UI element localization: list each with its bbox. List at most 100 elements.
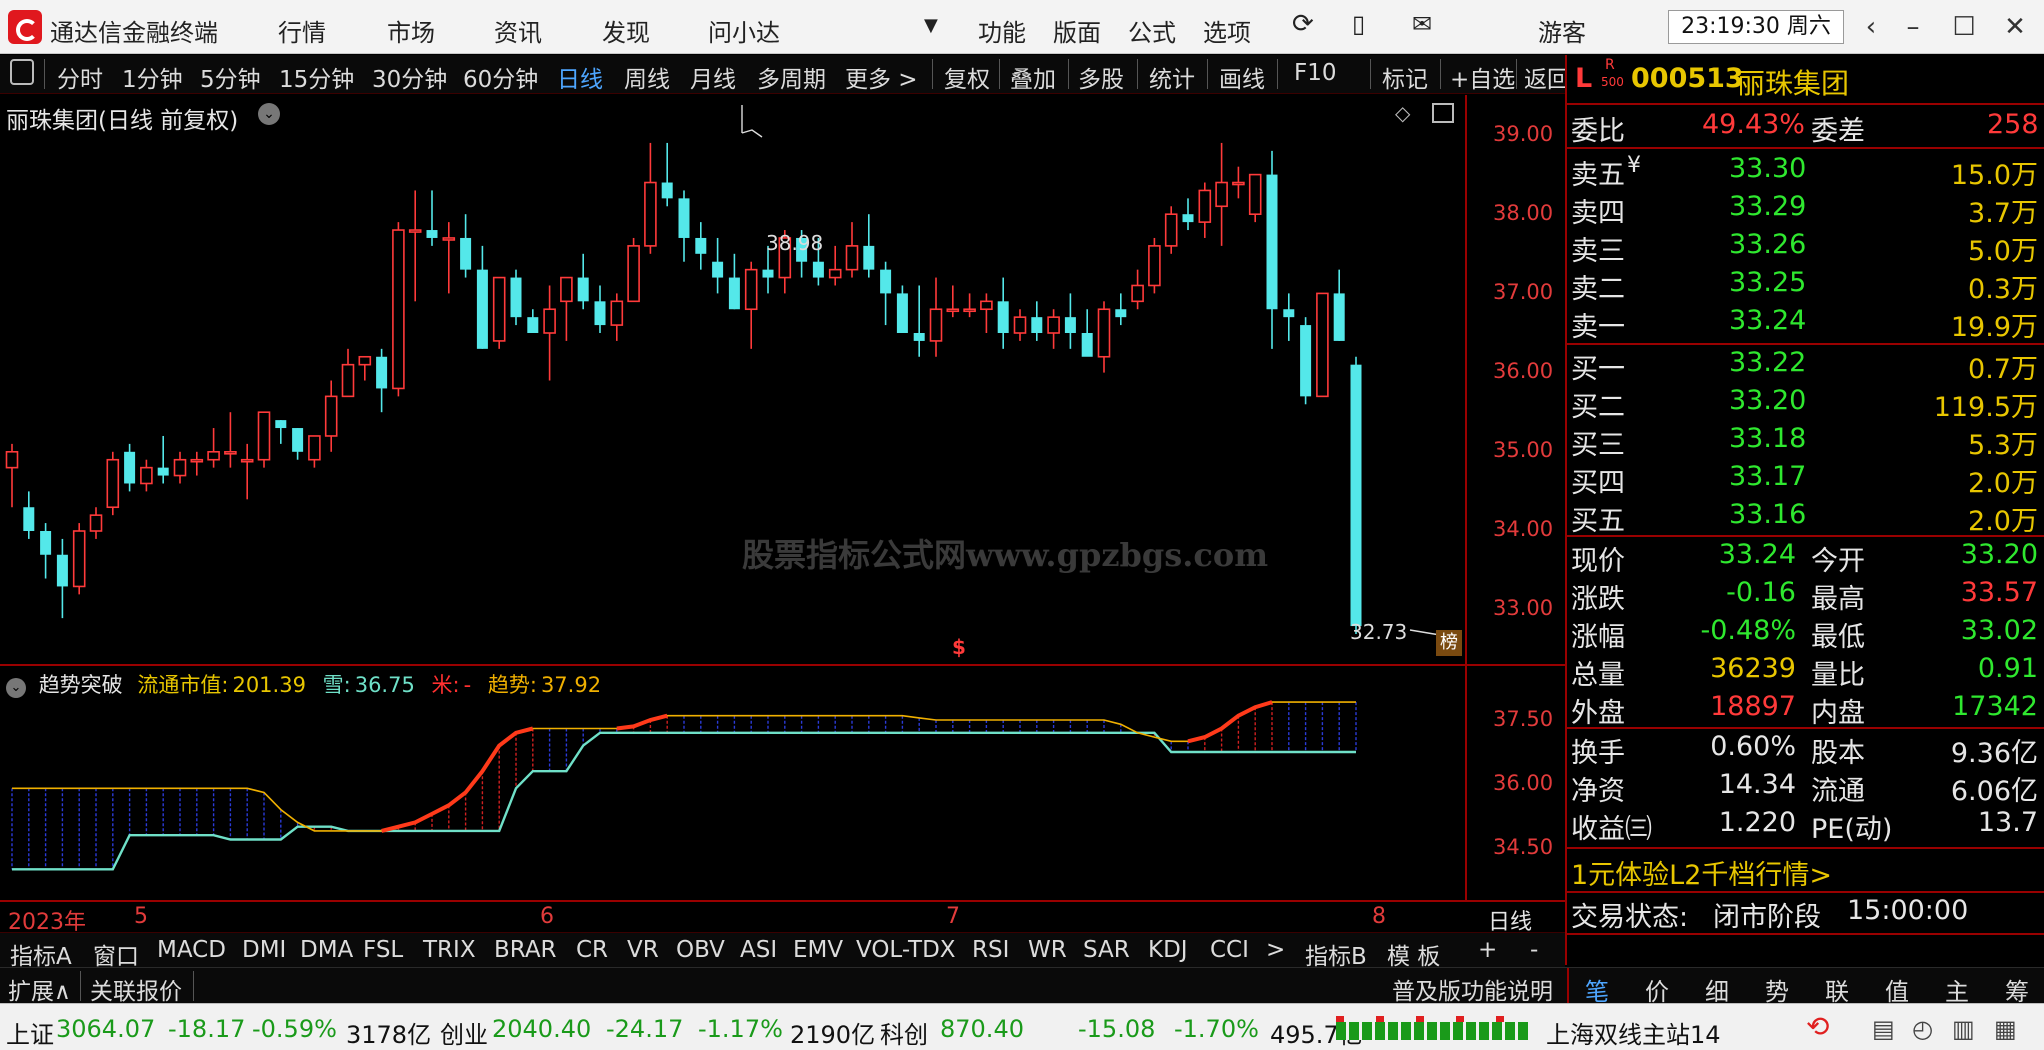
tab-trend[interactable]: 势 — [1765, 972, 1789, 1007]
candle[interactable] — [728, 253, 740, 310]
candle[interactable] — [292, 428, 304, 460]
tab-vol-tdx[interactable]: VOL-TDX — [856, 937, 956, 963]
sidebar-toggle-icon[interactable] — [10, 59, 34, 85]
list-item[interactable]: 买三 33.18 5.3万 — [1567, 421, 2044, 461]
indicator-chart[interactable]: 37.50 36.00 34.50 ⌄ 趋势突破 流通市值: 201.39 雪: 3… — [0, 665, 1565, 900]
candle[interactable] — [257, 411, 271, 468]
list-item[interactable]: 卖一 33.24 19.9万 — [1567, 303, 2044, 343]
tab-asi[interactable]: ASI — [740, 937, 777, 963]
tab-obv[interactable]: OBV — [676, 937, 725, 963]
back-icon[interactable]: ‹ — [1852, 8, 1890, 46]
candle[interactable] — [392, 222, 405, 397]
tab-period-multi[interactable]: 多周期 — [757, 60, 826, 94]
candle[interactable] — [594, 285, 606, 333]
candle[interactable] — [224, 412, 237, 468]
candle[interactable] — [678, 190, 690, 262]
index-name[interactable]: 创业 — [440, 1015, 488, 1050]
notes-icon[interactable]: ▤ — [1872, 1015, 1895, 1043]
rank-badge[interactable]: 榜 — [1436, 630, 1462, 656]
chevron-down-icon[interactable]: ▼ — [924, 15, 938, 36]
candle[interactable] — [124, 443, 136, 492]
tab-period-more[interactable]: 更多 > — [845, 60, 918, 94]
index-name[interactable]: 上证 — [6, 1015, 54, 1050]
candle[interactable] — [190, 451, 204, 476]
tab-trix[interactable]: TRIX — [423, 937, 476, 963]
tab-rsi[interactable]: RSI — [972, 937, 1009, 963]
candle[interactable] — [140, 459, 153, 492]
tab-related[interactable]: 联 — [1825, 972, 1849, 1007]
restore-rights-button[interactable]: 复权 — [944, 60, 990, 94]
tab-macd[interactable]: MACD — [157, 937, 226, 963]
candle[interactable] — [56, 538, 68, 619]
candle[interactable] — [929, 277, 943, 357]
candle[interactable] — [1064, 293, 1076, 349]
expand-button[interactable]: 扩展∧ — [8, 972, 71, 1006]
candle[interactable] — [644, 142, 657, 254]
candle[interactable] — [1248, 173, 1262, 223]
remove-indicator-button[interactable]: - — [1530, 937, 1538, 963]
index-name[interactable]: 科创 — [880, 1015, 928, 1050]
candle[interactable] — [577, 253, 589, 310]
candle[interactable] — [661, 142, 673, 207]
candle[interactable] — [442, 222, 456, 294]
candle[interactable] — [173, 451, 187, 484]
candle[interactable] — [1350, 356, 1362, 634]
tab-main[interactable]: 主 — [1945, 972, 1969, 1007]
tab-cci[interactable]: CCI — [1210, 937, 1249, 963]
list-item[interactable]: 卖三 33.26 5.0万 — [1567, 227, 2044, 267]
candle[interactable] — [510, 269, 522, 326]
candle[interactable] — [89, 507, 103, 539]
f10-button[interactable]: F10 — [1294, 60, 1337, 86]
draw-line-button[interactable]: 画线 — [1219, 60, 1265, 94]
candle[interactable] — [460, 214, 472, 278]
candle[interactable] — [5, 443, 19, 508]
indicator-svg[interactable] — [0, 665, 1465, 900]
tab-period-30min[interactable]: 30分钟 — [372, 60, 447, 94]
menu-market[interactable]: 市场 — [387, 13, 435, 48]
mark-button[interactable]: 标记 — [1382, 60, 1428, 94]
indicator-menu-chevron-icon[interactable]: ⌄ — [6, 678, 26, 698]
candle[interactable] — [863, 214, 875, 278]
candle[interactable] — [1283, 293, 1295, 341]
tab-indicator-a[interactable]: 指标A — [10, 937, 72, 971]
candle[interactable] — [240, 443, 254, 500]
maximize-icon[interactable]: ☐ — [1945, 8, 1983, 46]
back-button[interactable]: 返回 — [1524, 60, 1570, 94]
minimize-icon[interactable]: – — [1894, 8, 1932, 46]
candle[interactable] — [627, 237, 640, 303]
candle[interactable] — [695, 222, 707, 270]
candle[interactable] — [913, 285, 925, 357]
related-quotes-button[interactable]: 关联报价 — [90, 972, 182, 1006]
tab-sar[interactable]: SAR — [1083, 937, 1130, 963]
candle[interactable] — [543, 285, 556, 381]
tab-dmi[interactable]: DMI — [242, 937, 286, 963]
edition-info-link[interactable]: 普及版功能说明 — [1392, 972, 1553, 1006]
candle[interactable] — [980, 293, 993, 333]
candle[interactable] — [40, 523, 52, 579]
candle[interactable] — [1300, 317, 1312, 405]
menu-discover[interactable]: 发现 — [602, 13, 650, 48]
add-favorite-button[interactable]: +自选 — [1450, 60, 1515, 94]
candle[interactable] — [1115, 293, 1127, 326]
candlestick-chart[interactable]: 39.00 38.00 37.00 36.00 35.00 34.00 33.0… — [0, 95, 1565, 665]
l2-promo-link[interactable]: 1元体验L2千档行情> — [1571, 853, 1832, 892]
chart-menu-chevron-icon[interactable]: ⌄ — [258, 103, 280, 125]
candle[interactable] — [997, 277, 1009, 349]
list-item[interactable]: 卖四 33.29 3.7万 — [1567, 189, 2044, 229]
tab-value[interactable]: 值 — [1885, 972, 1909, 1007]
add-indicator-button[interactable]: + — [1478, 937, 1497, 963]
candle[interactable] — [358, 355, 372, 381]
candle[interactable] — [324, 380, 338, 452]
candle[interactable] — [492, 276, 506, 349]
tab-fsl[interactable]: FSL — [363, 937, 403, 963]
tab-chips[interactable]: 筹 — [2005, 972, 2029, 1007]
candle[interactable] — [1316, 292, 1329, 398]
candlestick-svg[interactable] — [0, 95, 1465, 665]
tab-period-15min[interactable]: 15分钟 — [279, 60, 354, 94]
candle[interactable] — [1047, 309, 1060, 349]
candle[interactable] — [1081, 309, 1093, 357]
candle[interactable] — [157, 435, 169, 484]
tab-period-60min[interactable]: 60分钟 — [463, 60, 538, 94]
list-item[interactable]: 卖二 33.25 0.3万 — [1567, 265, 2044, 305]
candle[interactable] — [1148, 237, 1161, 294]
